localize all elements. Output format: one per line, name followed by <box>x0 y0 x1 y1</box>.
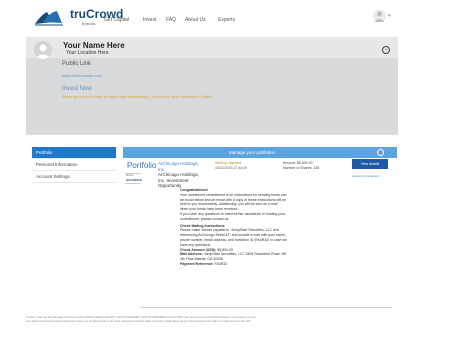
sidebar-item-account-settings[interactable]: Account Settings <box>32 171 116 183</box>
sidebar-item-personal-information[interactable]: Personal Information <box>32 159 116 171</box>
company-line-3: ArChicago Holdings, <box>158 172 200 177</box>
profile-name: Your Name Here <box>63 41 125 50</box>
invest-note: Please go to your Portfolio to confirm y… <box>62 95 213 99</box>
check-amount-label: Check Amount (USD): <box>180 247 217 252</box>
amount-block: Amount: $6,800.00 Number of Shares: 136 <box>283 161 319 170</box>
portfolio-panel: Manage your portfolios Portfolio Series … <box>123 147 397 309</box>
trucrowd-logo-icon[interactable] <box>34 8 64 28</box>
public-link-url[interactable]: https://il.trucrowd.com/ <box>62 73 102 78</box>
seal-symbol: HOLDINGS <box>126 178 142 182</box>
hero-band: Public Link https://il.trucrowd.com/ Inv… <box>26 58 398 135</box>
public-link-title: Public Link <box>62 61 92 67</box>
disclaimer-footer: Investing in start-ups and early-stage b… <box>26 316 398 325</box>
sidebar: Portfolio Personal Information Account S… <box>32 147 116 183</box>
disclaimer-line: to be aware and accept that (1) you shou… <box>26 321 251 324</box>
check-title: Check Mailing Instructions <box>180 223 225 228</box>
sidebar-item-portfolio[interactable]: Portfolio <box>32 147 116 159</box>
nav-invest[interactable]: Invest <box>143 17 156 23</box>
shares-label: Number of Shares: 136 <box>283 165 320 170</box>
top-nav: truCrowd Illinois Get Capital Invest FAQ… <box>0 0 449 36</box>
logo-sub: Illinois <box>82 21 96 26</box>
check-amount-value: $6,800.00 <box>217 247 233 252</box>
mail-label: Mail Address: <box>180 252 203 257</box>
nav-experts[interactable]: Experts <box>218 17 235 23</box>
cancel-commitment-link[interactable]: Cancel Commitment <box>352 174 379 178</box>
company-seal-icon: Series HOLDINGS <box>125 173 142 184</box>
row-divider <box>140 307 392 308</box>
congrats-title: Congratulations! <box>180 188 208 192</box>
chevron-down-icon[interactable]: ▾ <box>388 13 391 19</box>
mail-line: JumpStart Securities, LLC 3405 Peachtree… <box>203 252 287 257</box>
status-date: 10/22/2018 17:44:20 <box>215 165 248 170</box>
payment-ref-label: Payment Reference: <box>180 261 214 266</box>
seal-text: Series <box>126 174 134 177</box>
invest-now-link[interactable]: Invest Now <box>62 86 92 92</box>
chevron-circle-icon[interactable]: ⌄ <box>382 46 390 54</box>
investment-row: Series HOLDINGS ArChicago Holdings, Inc.… <box>123 147 397 308</box>
instructions-block: Congratulations! Your investment commitm… <box>180 188 332 267</box>
nav-about-us[interactable]: About Us <box>185 17 206 23</box>
profile-avatar <box>34 41 52 59</box>
congrats-line: commitment, please contact us. <box>180 216 230 221</box>
company-line-1[interactable]: ArChicago Holdings, <box>158 161 206 167</box>
profile-hero: Public Link https://il.trucrowd.com/ Inv… <box>26 37 398 135</box>
payment-ref-value: FA4R32 <box>214 261 228 266</box>
company-name[interactable]: ArChicago Holdings, Inc. ArChicago Holdi… <box>158 161 206 189</box>
profile-location: Your Location Here <box>66 50 109 56</box>
view-details-button[interactable]: View details <box>352 159 388 169</box>
user-silhouette-icon <box>36 44 50 59</box>
nav-faq[interactable]: FAQ <box>166 17 176 23</box>
nav-get-capital[interactable]: Get Capital <box>104 17 129 23</box>
user-avatar-icon[interactable] <box>373 9 386 23</box>
status-badge: Waiting Payment 10/22/2018 17:44:20 <box>215 161 247 170</box>
